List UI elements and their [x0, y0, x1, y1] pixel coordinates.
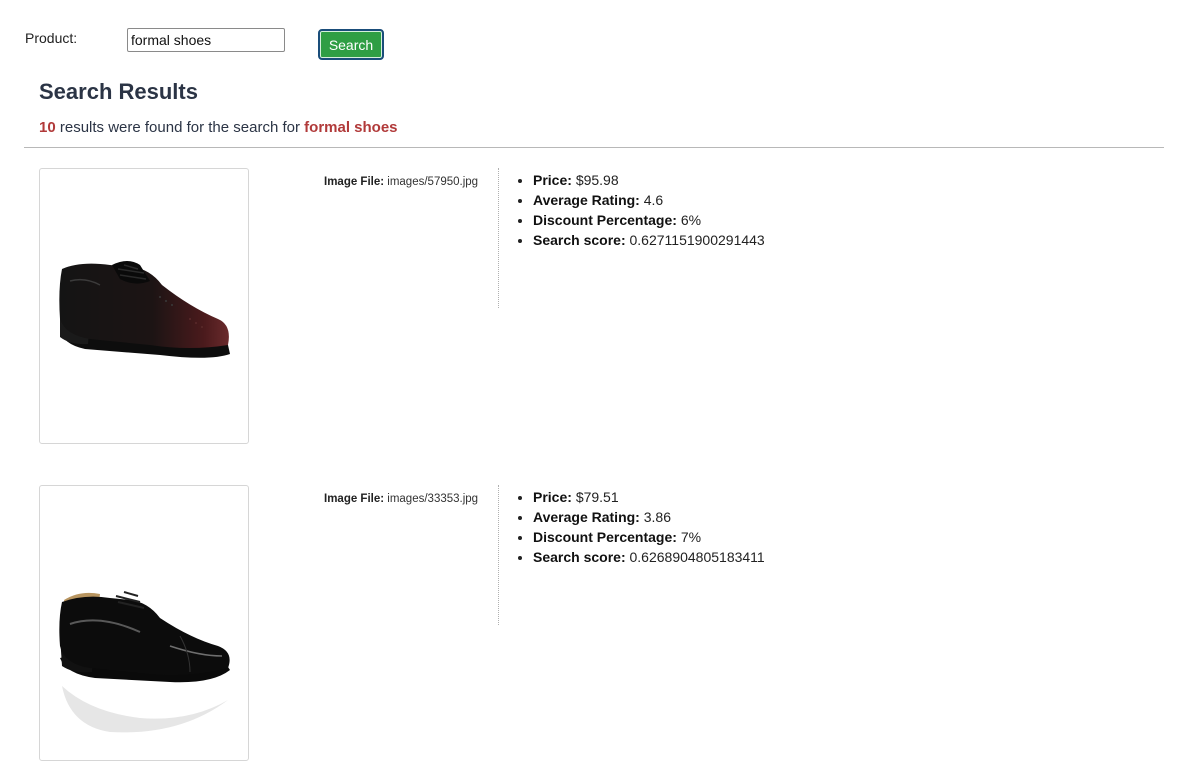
detail-discount-percentage: Discount Percentage: 6%: [533, 210, 765, 230]
image-file-label: Image File:: [324, 176, 385, 188]
product-details-list: Price: $95.98 Average Rating: 4.6 Discou…: [515, 170, 765, 250]
detail-search-score: Search score: 0.6271151900291443: [533, 230, 765, 250]
results-query: formal shoes: [304, 119, 398, 136]
product-label: Product:: [25, 30, 78, 46]
product-image[interactable]: [39, 485, 249, 761]
product-image[interactable]: [39, 168, 249, 444]
image-file-label: Image File:: [324, 493, 385, 505]
results-title: Search Results: [39, 79, 198, 104]
formal-shoe-icon: [59, 591, 230, 733]
detail-average-rating: Average Rating: 4.6: [533, 190, 765, 210]
detail-discount-percentage: Discount Percentage: 7%: [533, 527, 765, 547]
product-details-list: Price: $79.51 Average Rating: 3.86 Disco…: [515, 487, 765, 567]
column-divider: [498, 485, 499, 625]
product-search-input[interactable]: [127, 28, 285, 52]
detail-price: Price: $79.51: [533, 487, 765, 507]
image-file-path: images/33353.jpg: [387, 493, 479, 505]
column-divider: [498, 168, 499, 308]
search-button[interactable]: Search: [318, 29, 384, 60]
detail-search-score: Search score: 0.6268904805183411: [533, 547, 765, 567]
results-count: 10: [39, 119, 56, 136]
detail-price: Price: $95.98: [533, 170, 765, 190]
results-summary-text: results were found for the search for: [59, 119, 300, 136]
formal-shoe-icon: [59, 261, 230, 358]
search-form: Product: Search: [25, 28, 425, 64]
image-file-info: Image File: images/57950.jpg: [324, 176, 478, 188]
detail-average-rating: Average Rating: 3.86: [533, 507, 765, 527]
results-summary: 10 results were found for the search for…: [39, 119, 398, 136]
image-file-path: images/57950.jpg: [387, 176, 479, 188]
image-file-info: Image File: images/33353.jpg: [324, 493, 478, 505]
results-divider: [24, 147, 1164, 148]
